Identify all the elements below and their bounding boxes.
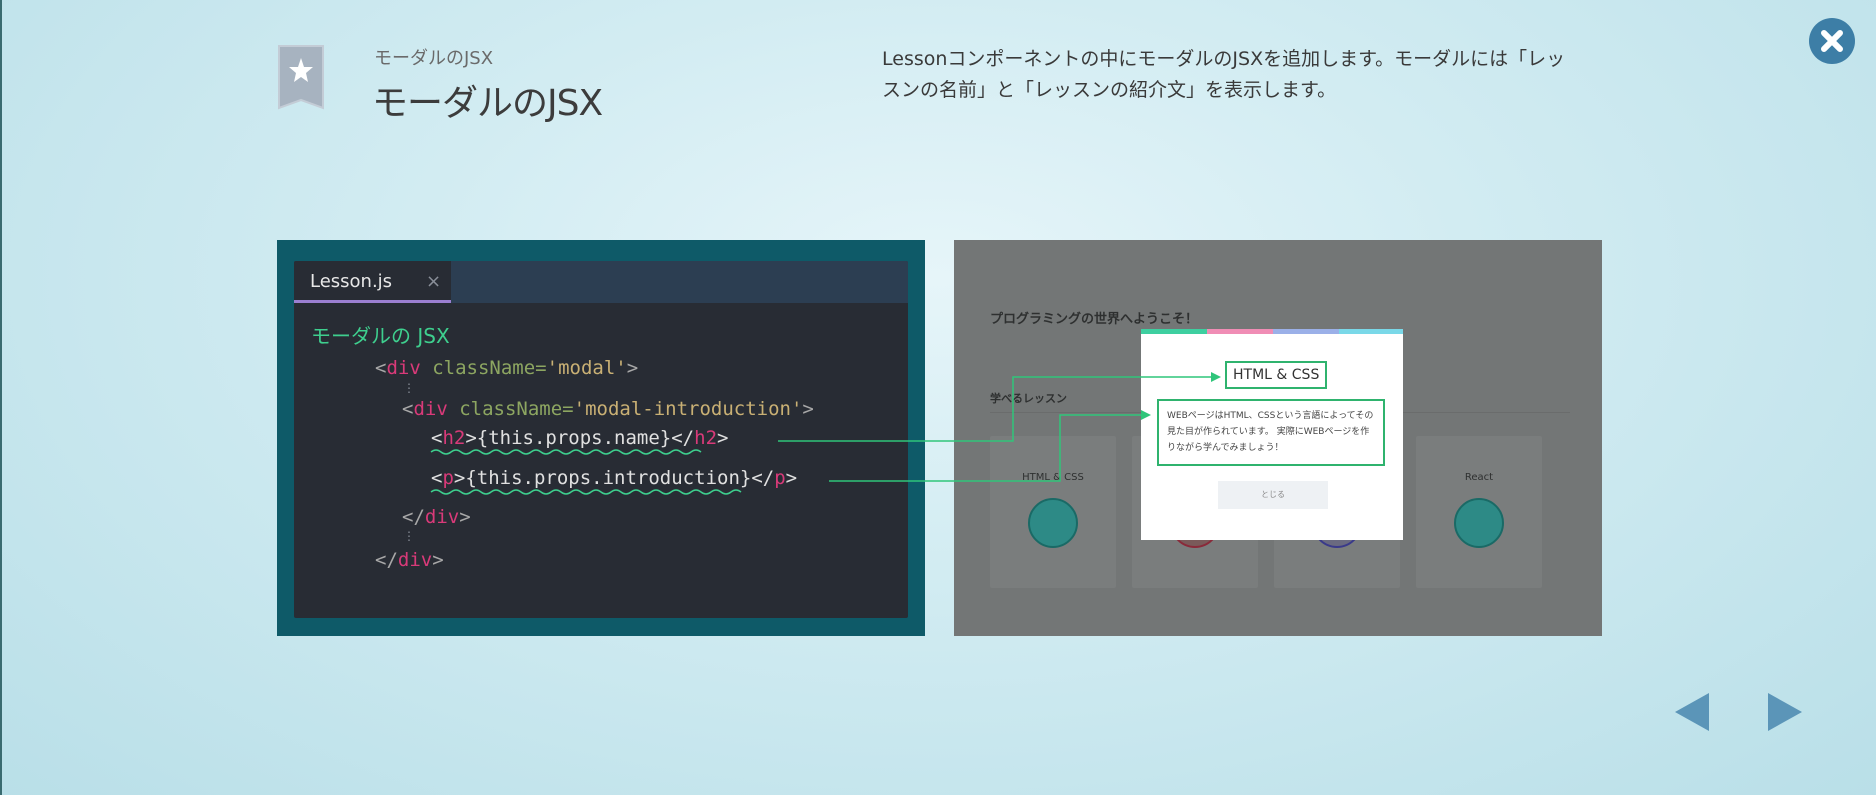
modal-close-button[interactable]: とじる [1218,481,1328,509]
close-button[interactable] [1809,18,1855,64]
preview-section-title: 学べるレッスン [990,392,1067,405]
react-atom-icon [1454,498,1504,548]
code-underlines [430,449,742,495]
preview-heading: プログラミングの世界へようこそ！ [990,312,1199,327]
code-panel: Lesson.js × モーダルの JSX <div className='mo… [277,240,925,636]
window-edge [0,0,2,795]
slide-description: Lessonコンポーネントの中にモーダルのJSXを追加します。モーダルには「レッ… [882,48,1566,101]
lesson-card[interactable]: HTML & CSS [990,436,1116,588]
next-arrow-icon[interactable] [1768,693,1802,731]
preview-panel: プログラミングの世界へようこそ！ 学べるレッスン HTML & CSS Reac… [954,240,1602,636]
code-editor: Lesson.js × モーダルの JSX <div className='mo… [294,261,908,618]
prev-arrow-icon[interactable] [1675,693,1709,731]
lesson-card-title: React [1464,472,1494,483]
bookmark-star-icon [278,45,324,110]
modal-lesson-name: HTML & CSS [1225,361,1328,389]
close-icon [1821,30,1843,52]
slide-subtitle: モーダルのJSX [374,48,494,69]
lesson-modal: HTML & CSS WEBページはHTML、CSSという言語によってその見た目… [1141,329,1403,540]
lesson-card-title: HTML & CSS [1022,472,1084,483]
lesson-card[interactable]: React [1416,436,1542,588]
lesson-card-icon [1028,498,1078,548]
modal-lesson-introduction: WEBページはHTML、CSSという言語によってその見た目が作られています。 実… [1157,399,1385,466]
slide-title: モーダルのJSX [372,83,603,124]
